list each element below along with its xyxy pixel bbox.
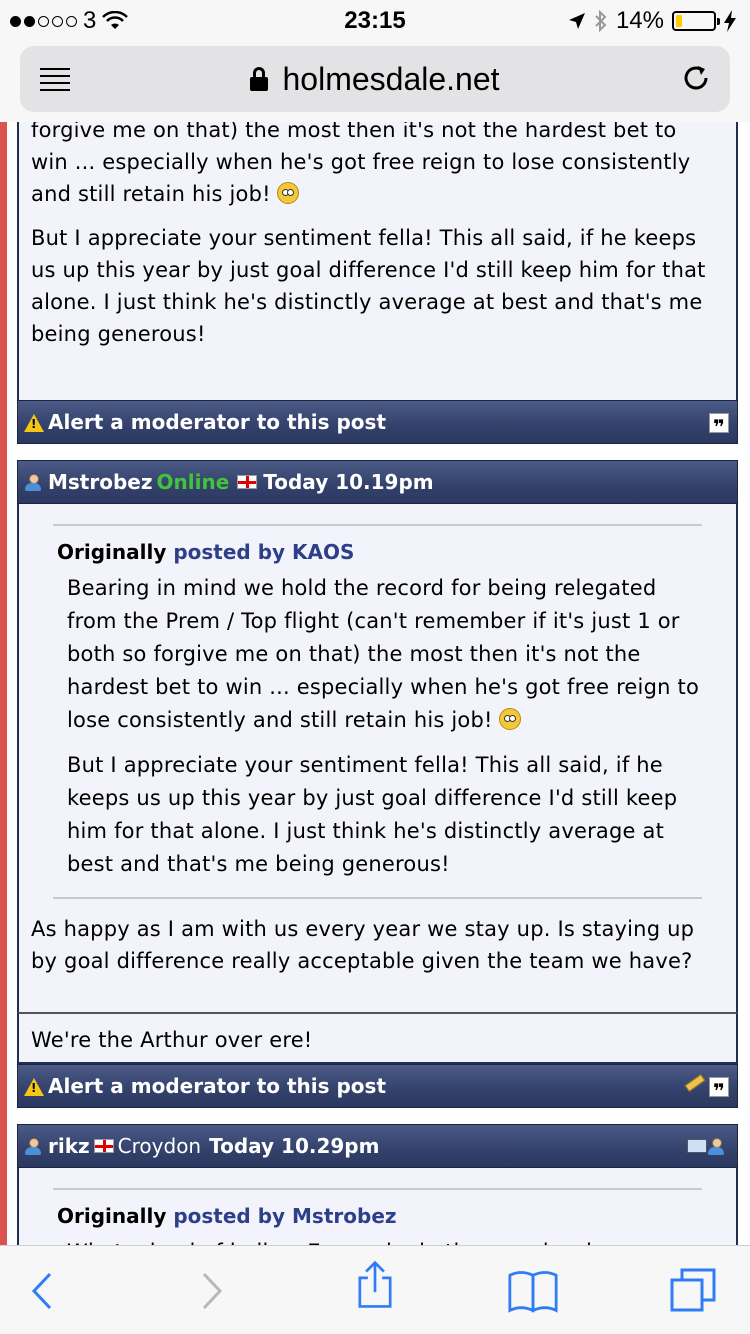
alert-moderator-bar[interactable]: Alert a moderator to this post ❞ (17, 1064, 738, 1108)
page-edge-accent (0, 122, 7, 1245)
post-paragraph: But I appreciate your sentiment fella! T… (31, 226, 706, 346)
warning-icon (24, 414, 44, 432)
quote-label: Originally (57, 1204, 167, 1228)
post-body: forgive me on that) the most then it's n… (17, 122, 738, 402)
quote-author-link[interactable]: posted by Mstrobez (173, 1204, 396, 1228)
charging-bolt-icon (724, 10, 736, 32)
post-text-cut: forgive me on that) the most then it's n… (31, 122, 677, 142)
status-bar: 3 23:15 14% (0, 0, 750, 40)
quote-block: Originally posted by KAOS Bearing in min… (53, 524, 702, 899)
post-paragraph: win ... especially when he's got free re… (31, 150, 691, 206)
private-message-icon[interactable] (687, 1139, 707, 1153)
forward-icon[interactable] (186, 1266, 236, 1316)
quote-paragraph: Bearing in mind we hold the record for b… (67, 576, 699, 732)
browser-chrome: holmesdale.net (0, 40, 750, 122)
england-flag-icon (93, 1139, 114, 1153)
quote-paragraph: But I appreciate your sentiment fella! T… (67, 753, 678, 876)
location-arrow-icon (568, 13, 585, 29)
england-flag-icon (237, 475, 258, 489)
share-icon[interactable] (350, 1260, 400, 1310)
quote-icon[interactable]: ❞ (709, 1077, 729, 1103)
post-username[interactable]: rikz (48, 1134, 90, 1158)
safari-toolbar (0, 1245, 750, 1334)
add-user-icon[interactable] (707, 1137, 725, 1155)
bookmarks-icon[interactable] (508, 1266, 558, 1316)
post-header: rikz Croydon Today 10.29pm (17, 1124, 738, 1168)
user-icon (24, 473, 42, 491)
reader-menu-icon[interactable] (40, 68, 70, 96)
user-icon (24, 1137, 42, 1155)
alert-moderator-link[interactable]: Alert a moderator to this post (48, 410, 386, 434)
post-body: Originally posted by KAOS Bearing in min… (17, 504, 738, 1014)
quote-label: Originally (57, 540, 167, 564)
warning-icon (24, 1078, 44, 1096)
url-text: holmesdale.net (282, 60, 500, 97)
signature-box: We're the Arthur over ere! (17, 1012, 738, 1064)
post-body: Originally posted by Mstrobez What a loa… (17, 1168, 738, 1245)
post-username[interactable]: Mstrobez (48, 470, 153, 494)
forum-content[interactable]: forgive me on that) the most then it's n… (0, 122, 750, 1245)
quote-paragraph: What a load of bollox. Every single time… (67, 1236, 702, 1245)
address-bar[interactable]: holmesdale.net (20, 46, 730, 112)
quote-icon[interactable]: ❞ (709, 413, 729, 439)
tabs-icon[interactable] (668, 1266, 718, 1316)
alert-moderator-link[interactable]: Alert a moderator to this post (48, 1074, 386, 1098)
lock-icon (250, 67, 269, 91)
back-icon[interactable] (18, 1266, 68, 1316)
rolleyes-emoji-icon (498, 708, 521, 730)
rolleyes-emoji-icon (276, 182, 299, 204)
post-paragraph: As happy as I am with us every year we s… (31, 917, 695, 973)
quote-author-link[interactable]: posted by KAOS (173, 540, 354, 564)
reload-icon[interactable] (680, 62, 712, 94)
quote-header: Originally posted by Mstrobez (53, 1190, 702, 1236)
alert-moderator-bar[interactable]: Alert a moderator to this post ❞ (17, 400, 738, 444)
edit-pencil-icon[interactable] (684, 1073, 706, 1093)
battery-icon (672, 11, 720, 31)
post-date: Today 10.29pm (209, 1134, 380, 1158)
post-location: Croydon (117, 1134, 202, 1158)
bluetooth-icon (595, 10, 607, 32)
battery-percent: 14% (615, 7, 664, 34)
post-header: Mstrobez Online Today 10.19pm (17, 460, 738, 504)
post-date: Today 10.19pm (263, 470, 434, 494)
quote-header: Originally posted by KAOS (53, 526, 702, 572)
online-status: Online (156, 470, 230, 494)
signature-text: We're the Arthur over ere! (31, 1028, 313, 1052)
quote-block: Originally posted by Mstrobez What a loa… (53, 1188, 702, 1245)
